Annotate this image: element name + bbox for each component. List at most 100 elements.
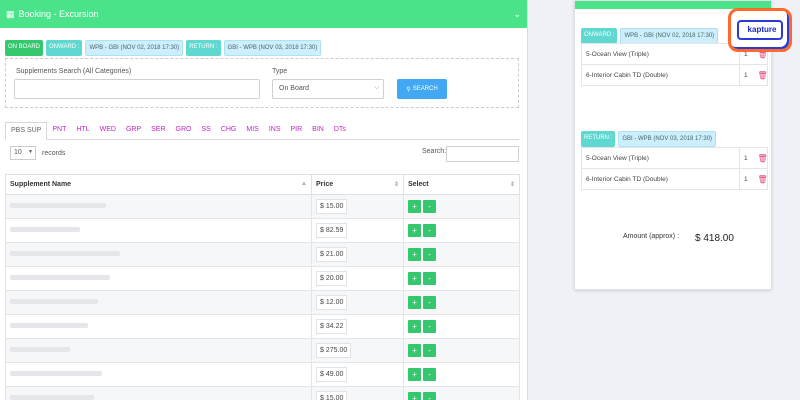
table-search-input[interactable] <box>446 146 519 162</box>
select-cell: + - <box>403 218 520 243</box>
add-button[interactable]: + <box>408 248 421 261</box>
add-button[interactable]: + <box>408 296 421 309</box>
type-label: Type <box>272 68 288 75</box>
supplement-name-cell <box>5 242 312 267</box>
price-cell: $ 12.00 <box>311 290 404 315</box>
tab-wed[interactable]: WED <box>95 122 121 139</box>
search-button[interactable]: ⚲ SEARCH <box>397 79 447 99</box>
price-cell: $ 82.59 <box>311 218 404 243</box>
category-tabs: PBS SUP PNT HTL WED GRP SER GRO SS CHG M… <box>5 122 519 140</box>
trash-icon[interactable]: 🗑 <box>753 147 768 169</box>
remove-button[interactable]: - <box>423 224 436 237</box>
item-name: 5-Ocean View (Triple) <box>581 147 740 169</box>
return-tags: RETURN : GBI - WPB (NOV 03, 2018 17:30) <box>581 131 717 147</box>
tab-htl[interactable]: HTL <box>71 122 94 139</box>
obscured-text <box>10 371 102 376</box>
obscured-text <box>10 227 80 232</box>
price-value: $ 15.00 <box>316 199 348 214</box>
amount-label: Amount (approx) : <box>623 233 680 240</box>
sort-icon: ⇕ <box>393 182 399 188</box>
trash-icon[interactable]: 🗑 <box>753 64 768 86</box>
price-cell: $ 275.00 <box>311 338 404 363</box>
tab-pir[interactable]: PIR <box>286 122 308 139</box>
list-item: 6-Interior Cabin TD (Double) 1 🗑 <box>581 64 768 86</box>
tab-ins[interactable]: INS <box>264 122 286 139</box>
add-button[interactable]: + <box>408 272 421 285</box>
tab-mis[interactable]: MIS <box>241 122 263 139</box>
return-value-tag: GBI - WPB (NOV 03, 2018 17:30) <box>223 40 322 56</box>
supplement-search-box: Supplements Search (All Categories) Type… <box>5 58 519 108</box>
column-header-select[interactable]: Select ⇕ <box>403 174 520 195</box>
table-row: $ 49.00 + - <box>5 362 520 387</box>
obscured-text <box>10 323 88 328</box>
tab-pnt[interactable]: PNT <box>47 122 71 139</box>
booking-header[interactable]: ▦ Booking - Excursion ⌄ <box>0 0 527 28</box>
trash-icon[interactable]: 🗑 <box>753 168 768 190</box>
obscured-text <box>10 299 98 304</box>
onward-label-tag: ONWARD : <box>46 40 83 56</box>
price-value: $ 34.22 <box>316 319 348 334</box>
price-value: $ 12.00 <box>316 295 348 310</box>
supplements-search-input[interactable] <box>14 79 260 99</box>
obscured-text <box>10 395 94 400</box>
add-button[interactable]: + <box>408 320 421 333</box>
caret-down-icon: ▼ <box>28 149 33 155</box>
trip-tags: ON BOARD ONWARD : WPB - GBI (NOV 02, 201… <box>5 40 322 56</box>
table-row: $ 20.00 + - <box>5 266 520 291</box>
supplement-name-cell <box>5 194 312 219</box>
remove-button[interactable]: - <box>423 320 436 333</box>
select-cell: + - <box>403 338 520 363</box>
list-item: 6-Interior Cabin TD (Double) 1 🗑 <box>581 168 768 190</box>
select-cell: + - <box>403 266 520 291</box>
chevron-down-icon[interactable]: ⌄ <box>513 9 521 20</box>
remove-button[interactable]: - <box>423 200 436 213</box>
tab-ser[interactable]: SER <box>146 122 170 139</box>
tab-grp[interactable]: GRP <box>121 122 146 139</box>
select-cell: + - <box>403 314 520 339</box>
column-header-price[interactable]: Price ⇕ <box>311 174 404 195</box>
select-cell: + - <box>403 242 520 267</box>
tab-bin[interactable]: BIN <box>307 122 329 139</box>
supplement-name-cell <box>5 338 312 363</box>
tab-gro[interactable]: GRO <box>171 122 197 139</box>
add-button[interactable]: + <box>408 368 421 381</box>
table-header-row: Supplement Name ▲ Price ⇕ Select ⇕ <box>5 174 520 195</box>
sort-icon: ⇕ <box>509 182 515 188</box>
table-search-label: Search: <box>422 148 447 155</box>
records-per-page-select[interactable]: 10 ▼ <box>10 146 36 160</box>
select-cell: + - <box>403 362 520 387</box>
remove-button[interactable]: - <box>423 368 436 381</box>
supplement-name-cell <box>5 386 312 400</box>
tab-pbs-sup[interactable]: PBS SUP <box>5 122 48 140</box>
supplement-name-cell <box>5 266 312 291</box>
kapture-logo: kapture <box>728 8 792 52</box>
remove-button[interactable]: - <box>423 296 436 309</box>
price-cell: $ 34.22 <box>311 314 404 339</box>
tab-chg[interactable]: CHG <box>216 122 242 139</box>
onward-value-tag: WPB - GBI (NOV 02, 2018 17:30) <box>620 28 719 44</box>
tab-dts[interactable]: DTs <box>329 122 351 139</box>
header-label: Supplement Name <box>10 181 72 188</box>
add-button[interactable]: + <box>408 200 421 213</box>
amount-value: $ 418.00 <box>695 233 734 244</box>
column-header-supplement-name[interactable]: Supplement Name ▲ <box>5 174 312 195</box>
obscured-text <box>10 347 70 352</box>
remove-button[interactable]: - <box>423 392 436 400</box>
tab-ss[interactable]: SS <box>196 122 215 139</box>
type-select[interactable]: On Board ⌵ <box>272 79 384 99</box>
remove-button[interactable]: - <box>423 344 436 357</box>
onward-label-tag: ONWARD : <box>581 28 618 44</box>
table-row: $ 82.59 + - <box>5 218 520 243</box>
booking-title: Booking - Excursion <box>18 9 99 19</box>
price-cell: $ 20.00 <box>311 266 404 291</box>
item-qty: 1 <box>739 64 754 86</box>
add-button[interactable]: + <box>408 392 421 400</box>
add-button[interactable]: + <box>408 344 421 357</box>
item-name: 5-Ocean View (Triple) <box>581 43 740 65</box>
price-value: $ 21.00 <box>316 247 348 262</box>
price-value: $ 49.00 <box>316 367 348 382</box>
return-label-tag: RETURN : <box>186 40 221 56</box>
add-button[interactable]: + <box>408 224 421 237</box>
remove-button[interactable]: - <box>423 272 436 285</box>
remove-button[interactable]: - <box>423 248 436 261</box>
